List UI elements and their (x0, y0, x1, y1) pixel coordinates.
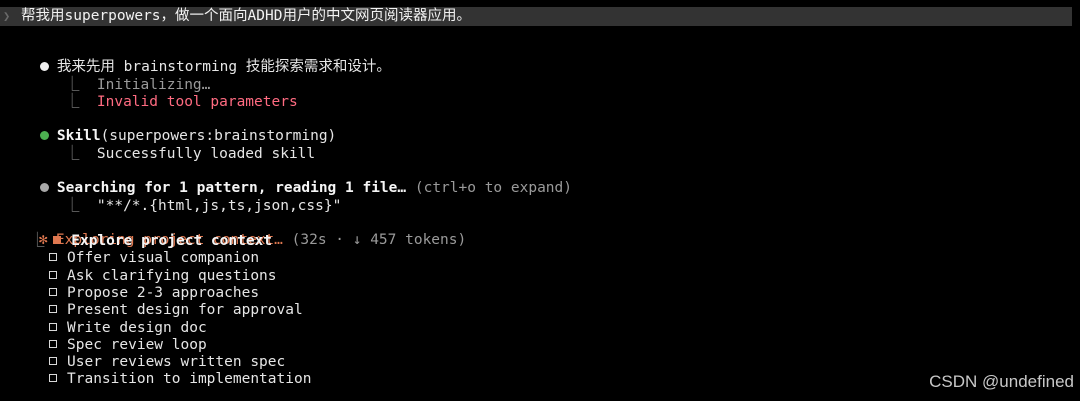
todo-item: Ask clarifying questions (49, 268, 277, 285)
todo-label: Present design for approval (67, 302, 303, 319)
tool-output-line: ⎿ "**/*.{html,js,ts,json,css}" (30, 181, 341, 214)
todo-item: Transition to implementation (49, 371, 311, 388)
tool-call-search[interactable]: Searching for 1 pattern, reading 1 file…… (5, 163, 572, 196)
empty-checkbox-icon (49, 339, 57, 348)
todo-label: Transition to implementation (67, 371, 312, 388)
user-prompt-text: 帮我用superpowers，做一个面向ADHD用户的中文网页阅读器应用。 (21, 8, 471, 24)
todo-item: Write design doc (49, 320, 207, 337)
tree-elbow-icon: ⎿ (30, 233, 54, 249)
todo-label: User reviews written spec (67, 354, 286, 371)
todo-item: Propose 2-3 approaches (49, 285, 259, 302)
chevron-right-icon: ❯ (3, 9, 11, 23)
terminal-window: ❯ 帮我用superpowers，做一个面向ADHD用户的中文网页阅读器应用。 … (0, 0, 1080, 401)
message-assistant-text: 我来先用 brainstorming 技能探索需求和设计。 (5, 42, 391, 75)
tool-output-line: ⎿ Initializing… (30, 60, 210, 93)
todo-label: Spec review loop (67, 336, 207, 353)
tool-result-text: Successfully loaded skill (96, 146, 316, 163)
todo-label: Ask clarifying questions (67, 267, 277, 284)
expand-hint: (ctrl+o to expand) (406, 180, 572, 197)
empty-checkbox-icon (49, 305, 57, 314)
tree-elbow-icon: ⎿ (64, 198, 97, 215)
empty-checkbox-icon (49, 322, 57, 331)
task-progress-header: ✻ Exploring project context… (32s · ↓ 457… (4, 215, 466, 248)
todo-item: User reviews written spec (49, 354, 285, 371)
todo-label: Explore project context (71, 233, 273, 249)
todo-label: Offer visual companion (67, 250, 260, 267)
todo-item: ⎿ Explore project context (30, 233, 272, 250)
task-meta: (32s · ↓ 457 tokens) (282, 232, 467, 249)
watermark: CSDN @undefined (929, 372, 1074, 391)
tool-call-skill: Skill(superpowers:brainstorming) (5, 111, 336, 144)
todo-label: Write design doc (67, 319, 207, 336)
todo-item: Spec review loop (49, 337, 207, 354)
user-prompt-bar: ❯ 帮我用superpowers，做一个面向ADHD用户的中文网页阅读器应用。 (0, 7, 1072, 26)
todo-item: Present design for approval (49, 302, 303, 319)
empty-checkbox-icon (49, 374, 57, 383)
tree-elbow-icon: ⎿ (64, 146, 97, 163)
tool-output-line: ⎿ Successfully loaded skill (30, 129, 315, 162)
empty-checkbox-icon (49, 253, 57, 262)
todo-label: Propose 2-3 approaches (67, 284, 260, 301)
empty-checkbox-icon (49, 270, 57, 279)
empty-checkbox-icon (49, 287, 57, 296)
empty-checkbox-icon (49, 357, 57, 366)
todo-item: Offer visual companion (49, 250, 259, 267)
filled-square-icon (53, 236, 62, 244)
search-pattern: "**/*.{html,js,ts,json,css}" (96, 198, 342, 215)
error-message: Invalid tool parameters (96, 94, 298, 111)
tool-output-line: ⎿ Invalid tool parameters (30, 77, 298, 110)
tree-elbow-icon: ⎿ (64, 94, 97, 111)
